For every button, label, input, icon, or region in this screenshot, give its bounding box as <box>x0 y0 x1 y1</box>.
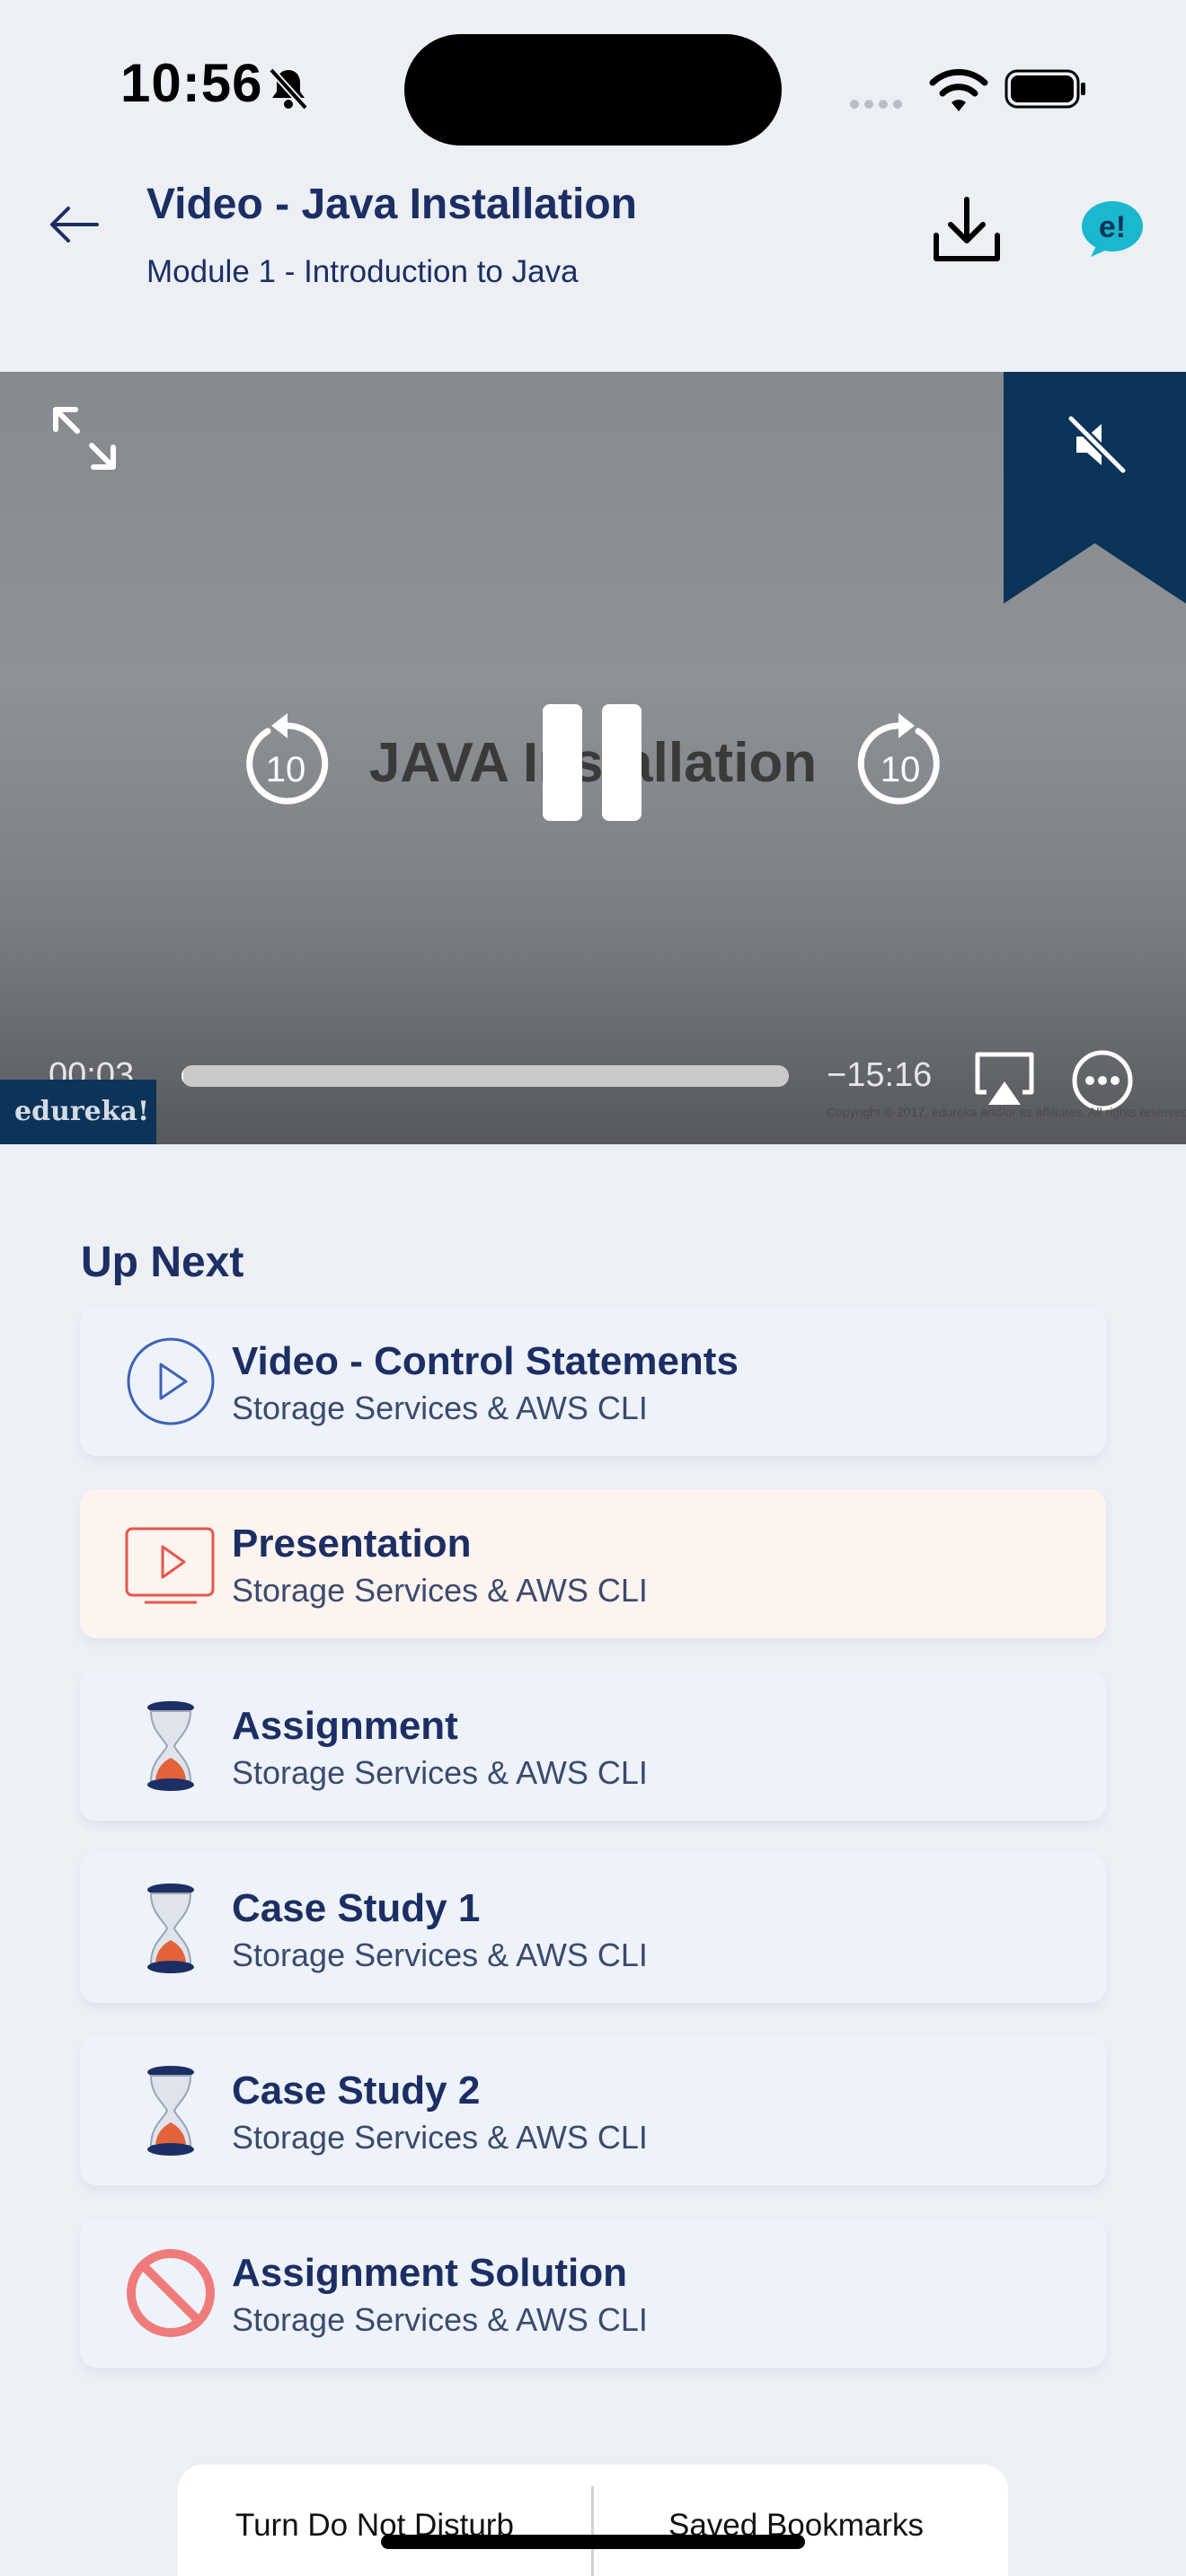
up-next-heading: Up Next <box>81 1239 244 1286</box>
item-title: Assignment <box>232 1704 458 1748</box>
home-indicator[interactable] <box>381 2535 805 2549</box>
forward-seconds: 10 <box>881 750 921 790</box>
pause-button-right[interactable] <box>602 704 642 821</box>
fullscreen-expand-icon[interactable] <box>50 404 119 472</box>
item-subtitle: Storage Services & AWS CLI <box>232 1936 648 1973</box>
back-arrow-icon[interactable] <box>49 205 99 244</box>
rewind-10-icon[interactable]: 10 <box>241 711 331 810</box>
bell-slash-icon <box>269 67 308 110</box>
up-next-item-case-study-2[interactable]: Case Study 2 Storage Services & AWS CLI <box>80 2036 1106 2185</box>
logo-text: e! <box>1099 210 1126 244</box>
pause-button-left[interactable] <box>543 704 582 821</box>
remaining-time: −15:16 <box>827 1056 933 1094</box>
item-title: Video - Control Statements <box>232 1339 739 1383</box>
divider <box>591 2486 594 2576</box>
ribbon-badge <box>1004 372 1186 604</box>
wifi-icon <box>929 68 988 111</box>
item-subtitle: Storage Services & AWS CLI <box>232 2119 648 2156</box>
battery-icon <box>1005 69 1085 109</box>
page-title: Video - Java Installation <box>146 181 637 228</box>
forward-10-icon[interactable]: 10 <box>855 711 945 810</box>
status-time: 10:56 <box>120 53 263 113</box>
item-title: Case Study 2 <box>232 2069 481 2113</box>
copyright-notice: Copyright © 2017, edureka and/or its aff… <box>827 1105 1186 1119</box>
item-subtitle: Storage Services & AWS CLI <box>232 1754 648 1791</box>
speaker-muted-icon[interactable] <box>1064 411 1130 478</box>
progress-fill <box>181 1065 184 1087</box>
play-circle-icon <box>127 1337 215 1425</box>
item-title: Assignment Solution <box>232 2251 627 2295</box>
presentation-icon <box>125 1527 215 1604</box>
edureka-chat-logo[interactable]: e! <box>1080 199 1145 257</box>
up-next-item-presentation[interactable]: Presentation Storage Services & AWS CLI <box>80 1489 1106 1638</box>
cellular-signal-icon <box>850 97 907 113</box>
item-subtitle: Storage Services & AWS CLI <box>232 1389 648 1426</box>
video-player[interactable]: JAVA Installation 10 10 00:03 −15:16 edu… <box>0 372 1186 1144</box>
hourglass-icon <box>147 1701 194 1791</box>
hourglass-icon <box>147 1883 194 1973</box>
edureka-watermark: edureka! <box>0 1080 156 1144</box>
dynamic-island <box>404 34 782 146</box>
item-subtitle: Storage Services & AWS CLI <box>232 2301 648 2338</box>
item-title: Case Study 1 <box>232 1886 481 1930</box>
up-next-item-video[interactable]: Video - Control Statements Storage Servi… <box>80 1307 1106 1456</box>
hourglass-icon <box>147 2066 194 2156</box>
download-icon[interactable] <box>931 196 1003 264</box>
video-frame-caption: JAVA Installation <box>368 732 818 794</box>
module-subtitle: Module 1 - Introduction to Java <box>146 254 579 289</box>
item-title: Presentation <box>232 1522 472 1566</box>
airplay-icon[interactable] <box>972 1049 1037 1108</box>
prohibited-icon <box>127 2249 215 2337</box>
up-next-item-assignment-solution[interactable]: Assignment Solution Storage Services & A… <box>80 2219 1106 2368</box>
bottom-action-bar: Turn Do Not Disturb Saved Bookmarks <box>178 2465 1008 2576</box>
more-options-icon[interactable] <box>1071 1049 1134 1112</box>
rewind-seconds: 10 <box>266 750 306 790</box>
up-next-item-case-study-1[interactable]: Case Study 1 Storage Services & AWS CLI <box>80 1854 1106 2003</box>
up-next-item-assignment[interactable]: Assignment Storage Services & AWS CLI <box>80 1672 1106 1821</box>
item-subtitle: Storage Services & AWS CLI <box>232 1572 648 1609</box>
progress-bar[interactable] <box>181 1065 789 1087</box>
